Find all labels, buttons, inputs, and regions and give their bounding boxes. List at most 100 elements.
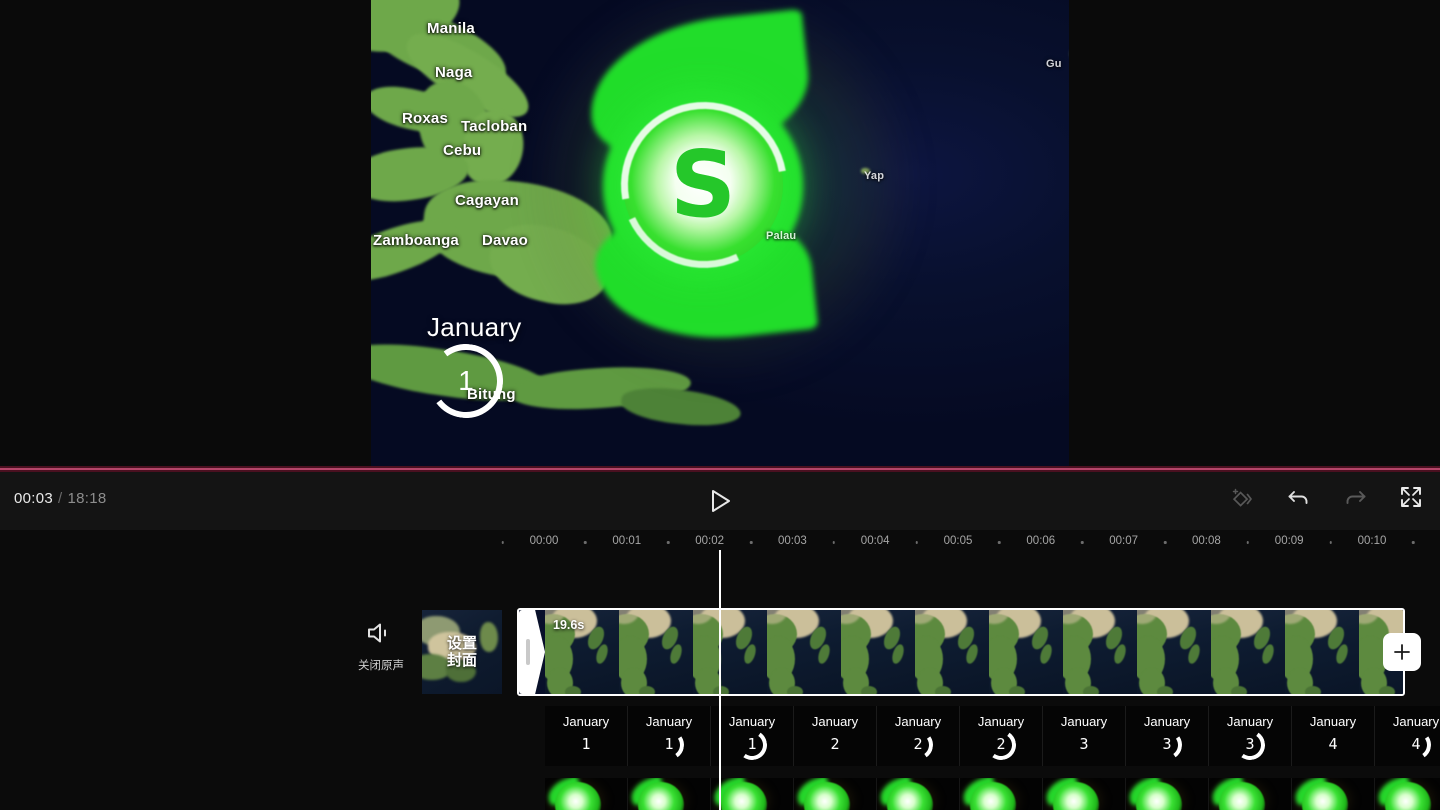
video-clip[interactable]: 19.6s — [517, 608, 1405, 696]
caption-day-wrap: 3 — [1232, 727, 1268, 762]
sticker-cell — [794, 778, 877, 810]
caption-month: January — [1060, 713, 1108, 729]
ruler-tick-label: 00:10 — [1357, 535, 1387, 547]
map-label-davao: Davao — [482, 232, 529, 249]
sticker-cell — [545, 778, 628, 810]
caption-day: 1 — [747, 735, 757, 753]
date-month-label: January — [427, 312, 522, 342]
sticker-cell — [877, 778, 960, 810]
time-separator: / — [58, 490, 63, 507]
caption-cell: January 1 — [628, 706, 711, 766]
caption-day: 2 — [830, 735, 840, 753]
set-cover-button[interactable]: 设置 封面 — [422, 610, 502, 694]
caption-cell: January 2 — [877, 706, 960, 766]
map-label-roxas: Roxas — [402, 110, 449, 127]
ruler-tick-dot — [501, 541, 504, 544]
keyframe-icon[interactable] — [1230, 484, 1256, 510]
ruler-tick-label: 00:06 — [1026, 535, 1056, 547]
trim-handle-grip — [526, 639, 530, 665]
caption-month: January — [977, 713, 1025, 729]
map-label-palau: Palau — [766, 230, 797, 242]
caption-day: 4 — [1328, 735, 1338, 753]
cover-label-line1: 设置 — [446, 634, 477, 652]
cover-label-line2: 封面 — [446, 652, 477, 669]
sticker-cell — [1209, 778, 1292, 810]
video-progress-fill — [0, 468, 1440, 470]
caption-cell: January 2 — [960, 706, 1043, 766]
caption-day-wrap: 3 — [1149, 727, 1185, 762]
ruler-tick-dot — [666, 541, 670, 544]
time-display: 00:03/18:18 — [14, 490, 107, 507]
ruler-tick-label: 00:01 — [612, 535, 642, 547]
timeline-playhead[interactable] — [719, 550, 721, 810]
caption-cell: January 4 — [1292, 706, 1375, 766]
plus-icon — [1394, 644, 1410, 660]
clip-trim-handle-left[interactable] — [519, 610, 545, 694]
total-time: 18:18 — [67, 490, 107, 507]
mute-icon — [368, 623, 386, 643]
caption-day-wrap: 2 — [900, 727, 936, 762]
ruler-tick-label: 00:08 — [1192, 535, 1221, 547]
cyclone-logo-letter: S — [669, 131, 737, 238]
date-overlay[interactable]: January 1 — [399, 312, 569, 432]
caption-cell: January 4 — [1375, 706, 1440, 766]
caption-month: January — [1309, 713, 1357, 729]
caption-day: 1 — [581, 735, 591, 753]
sticker-cell — [1043, 778, 1126, 810]
mute-original-audio-button[interactable]: 关闭原声 — [358, 620, 404, 682]
sticker-cell — [628, 778, 711, 810]
fullscreen-icon[interactable] — [1398, 484, 1424, 510]
clip-thumbnail — [1137, 610, 1211, 694]
ruler-tick-dot — [584, 541, 587, 544]
clip-thumbnail — [1285, 610, 1359, 694]
sticker-cell — [960, 778, 1043, 810]
clip-thumbnail — [767, 610, 841, 694]
video-frame[interactable]: S Manila Naga Roxas Tacloban Cebu Cagayan Zamb… — [371, 0, 1069, 470]
caption-day: 2 — [996, 735, 1006, 753]
sticker-cell — [711, 778, 794, 810]
caption-day: 2 — [913, 735, 923, 753]
ruler-tick-dot — [1329, 541, 1332, 544]
ruler-tick-dot — [998, 541, 1001, 544]
sticker-track[interactable] — [545, 778, 1440, 810]
cyclone-graphic: S — [533, 0, 913, 380]
redo-icon[interactable] — [1342, 484, 1368, 510]
clip-thumbnail — [841, 610, 915, 694]
caption-cell: January 3 — [1043, 706, 1126, 766]
caption-day-wrap: 1 — [651, 727, 687, 762]
undo-icon[interactable] — [1286, 484, 1312, 510]
clip-thumbnail — [989, 610, 1063, 694]
ruler-tick-label: 00:07 — [1109, 535, 1138, 547]
caption-month: January — [728, 713, 776, 729]
caption-day-wrap: 2 — [983, 727, 1019, 762]
caption-cell: January 3 — [1209, 706, 1292, 766]
sticker-cell — [1292, 778, 1375, 810]
caption-month: January — [562, 713, 610, 729]
caption-cell: January 2 — [794, 706, 877, 766]
caption-cell: January 1 — [545, 706, 628, 766]
caption-track[interactable]: January 1 January 1 January 1 January 2 January 2… — [545, 706, 1440, 766]
sticker-cell — [1375, 778, 1440, 810]
ruler-tick-label: 00:02 — [695, 535, 724, 547]
ruler-tick-dot — [1080, 541, 1084, 544]
caption-day: 4 — [1411, 735, 1421, 753]
caption-day-wrap: 3 — [1067, 732, 1101, 758]
ruler-tick-label: 00:00 — [529, 535, 559, 547]
caption-month: January — [811, 713, 859, 729]
caption-month: January — [645, 713, 693, 729]
add-clip-button[interactable] — [1383, 633, 1421, 671]
video-preview-area[interactable]: S Manila Naga Roxas Tacloban Cebu Cagayan Zamb… — [0, 0, 1440, 470]
caption-month: January — [894, 713, 942, 729]
caption-day: 1 — [664, 735, 674, 753]
ruler-tick-dot — [915, 541, 918, 544]
ruler-tick-dot — [1246, 541, 1250, 544]
caption-day: 3 — [1079, 735, 1089, 753]
date-day-label: 1 — [458, 365, 474, 396]
ruler-tick-label: 00:04 — [860, 535, 890, 547]
map-label-yap: Yap — [864, 170, 885, 182]
current-time: 00:03 — [14, 490, 54, 507]
mute-label: 关闭原声 — [358, 660, 404, 672]
play-button[interactable] — [706, 486, 736, 516]
map-label-gu: Gu — [1046, 58, 1062, 70]
caption-cell: January 1 — [711, 706, 794, 766]
